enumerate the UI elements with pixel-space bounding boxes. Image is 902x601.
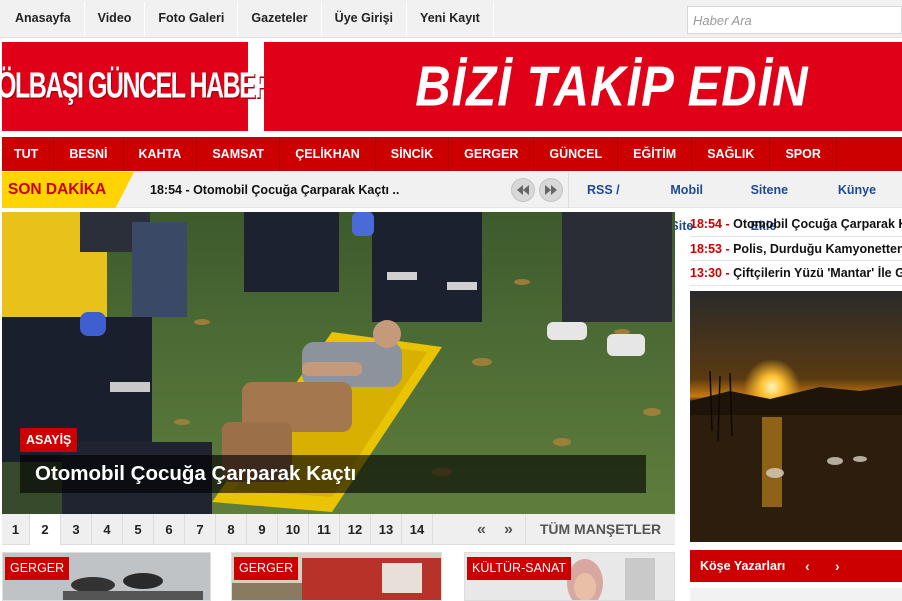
category-celikhan[interactable]: ÇELİKHAN — [280, 137, 376, 171]
pager-next-button[interactable]: » — [495, 514, 522, 545]
pager-page-9[interactable]: 9 — [247, 514, 278, 545]
category-spor[interactable]: SPOR — [770, 137, 837, 171]
card-category-tag[interactable]: KÜLTÜR-SANAT — [467, 557, 571, 580]
headline-title[interactable]: Otomobil Çocuğa Çarparak Kaçtı — [20, 455, 646, 493]
news-title: Polis, Durduğu Kamyonetten — [733, 241, 902, 256]
pager-page-6[interactable]: 6 — [154, 514, 185, 545]
columnists-prev-button[interactable]: ‹ — [805, 550, 810, 582]
mobile-site-link[interactable]: Mobil Site — [670, 172, 724, 233]
breaking-label: SON DAKİKA — [2, 172, 134, 208]
pager-page-1[interactable]: 1 — [2, 514, 30, 545]
divider — [568, 172, 569, 208]
topnav-register-link[interactable]: Yeni Kayıt — [407, 2, 494, 36]
breaking-prev-button[interactable] — [511, 178, 535, 202]
card-category-tag[interactable]: GERGER — [5, 557, 70, 580]
topnav-newspapers-link[interactable]: Gazeteler — [238, 2, 322, 36]
top-bar: Anasayfa Video Foto Galeri Gazeteler Üye… — [0, 0, 902, 38]
list-item[interactable]: 18:54 - Otomobil Çocuğa Çarparak K — [690, 212, 902, 237]
news-time: 18:53 — [690, 241, 722, 256]
rewind-icon — [517, 185, 529, 195]
follow-us-banner[interactable]: BİZİ TAKİP EDİN — [264, 42, 902, 131]
columnists-next-button[interactable]: › — [835, 550, 840, 582]
news-title: Çiftçilerin Yüzü 'Mantar' İle Gü — [733, 266, 902, 280]
category-egitim[interactable]: EĞİTİM — [618, 137, 693, 171]
headline-category-tag[interactable]: ASAYİŞ — [20, 428, 78, 452]
category-kahta[interactable]: KAHTA — [124, 137, 198, 171]
card-category-tag[interactable]: GERGER — [234, 557, 299, 580]
news-card[interactable]: KÜLTÜR-SANAT — [464, 552, 675, 601]
pager-prev-button[interactable]: « — [468, 514, 495, 545]
breaking-next-button[interactable] — [539, 178, 563, 202]
columnists-title: Köşe Yazarları — [700, 559, 786, 573]
category-sincik[interactable]: SİNCİK — [376, 137, 450, 171]
news-time: 13:30 — [690, 266, 722, 280]
site-logo[interactable]: GÖLBAŞI GÜNCEL HABER — [0, 42, 272, 131]
news-title: Otomobil Çocuğa Çarparak K — [733, 217, 902, 231]
pager-page-2[interactable]: 2 — [30, 514, 61, 545]
side-photo[interactable] — [690, 291, 902, 542]
imprint-link[interactable]: Künye — [838, 172, 876, 208]
fast-forward-icon — [545, 185, 557, 195]
topnav-video-link[interactable]: Video — [84, 2, 146, 36]
topnav-login-link[interactable]: Üye Girişi — [321, 2, 408, 36]
category-besni[interactable]: BESNİ — [54, 137, 124, 171]
pager-page-4[interactable]: 4 — [92, 514, 123, 545]
news-time: 18:54 — [690, 217, 722, 231]
search-input[interactable] — [687, 6, 902, 34]
pager-page-7[interactable]: 7 — [185, 514, 216, 545]
list-item[interactable]: 13:30 - Çiftçilerin Yüzü 'Mantar' İle Gü — [690, 261, 902, 286]
sunset-lake-image — [690, 291, 902, 542]
columnists-panel — [690, 588, 902, 601]
pager-page-3[interactable]: 3 — [61, 514, 92, 545]
breaking-news-bar: SON DAKİKA 18:54 - Otomobil Çocuğa Çarpa… — [2, 172, 902, 233]
pager-page-14[interactable]: 14 — [402, 514, 433, 545]
pager-pages: 1 2 3 4 5 6 7 8 9 10 11 12 13 14 — [2, 514, 433, 545]
all-headlines-button[interactable]: TÜM MANŞETLER — [525, 514, 675, 545]
category-samsat[interactable]: SAMSAT — [197, 137, 281, 171]
category-tut[interactable]: TUT — [2, 137, 55, 171]
news-card[interactable]: GERGER — [2, 552, 211, 601]
topnav-home-link[interactable]: Anasayfa — [2, 2, 85, 36]
category-nav: TUT BESNİ KAHTA SAMSAT ÇELİKHAN SİNCİK G… — [2, 137, 902, 171]
pager-page-11[interactable]: 11 — [309, 514, 340, 545]
banner-text: BİZİ TAKİP EDİN — [415, 55, 809, 118]
category-guncel[interactable]: GÜNCEL — [534, 137, 619, 171]
pager-page-5[interactable]: 5 — [123, 514, 154, 545]
list-item[interactable]: 18:53 - Polis, Durduğu Kamyonetten — [690, 237, 902, 261]
rss-link[interactable]: RSS / XML — [587, 172, 644, 233]
columnists-header: Köşe Yazarları ‹ › — [690, 550, 902, 582]
pager-page-8[interactable]: 8 — [216, 514, 247, 545]
pager-page-10[interactable]: 10 — [278, 514, 309, 545]
pager-page-12[interactable]: 12 — [340, 514, 371, 545]
news-card[interactable]: GERGER — [231, 552, 442, 601]
pager-page-13[interactable]: 13 — [371, 514, 402, 545]
add-to-site-link[interactable]: Sitene Ekle — [751, 172, 812, 233]
slider-pager: 1 2 3 4 5 6 7 8 9 10 11 12 13 14 « » TÜM… — [2, 514, 675, 545]
category-saglik[interactable]: SAĞLIK — [692, 137, 771, 171]
top-nav: Anasayfa Video Foto Galeri Gazeteler Üye… — [2, 2, 494, 36]
topnav-photo-gallery-link[interactable]: Foto Galeri — [145, 2, 239, 36]
site-logo-text: GÖLBAŞI GÜNCEL HABER — [0, 65, 272, 107]
utility-links: RSS / XML Mobil Site Sitene Ekle Künye — [587, 172, 902, 233]
breaking-news-link[interactable]: 18:54 - Otomobil Çocuğa Çarparak Kaçtı .… — [150, 172, 399, 208]
latest-news-list: 18:54 - Otomobil Çocuğa Çarparak K 18:53… — [690, 212, 902, 286]
category-gerger[interactable]: GERGER — [449, 137, 535, 171]
